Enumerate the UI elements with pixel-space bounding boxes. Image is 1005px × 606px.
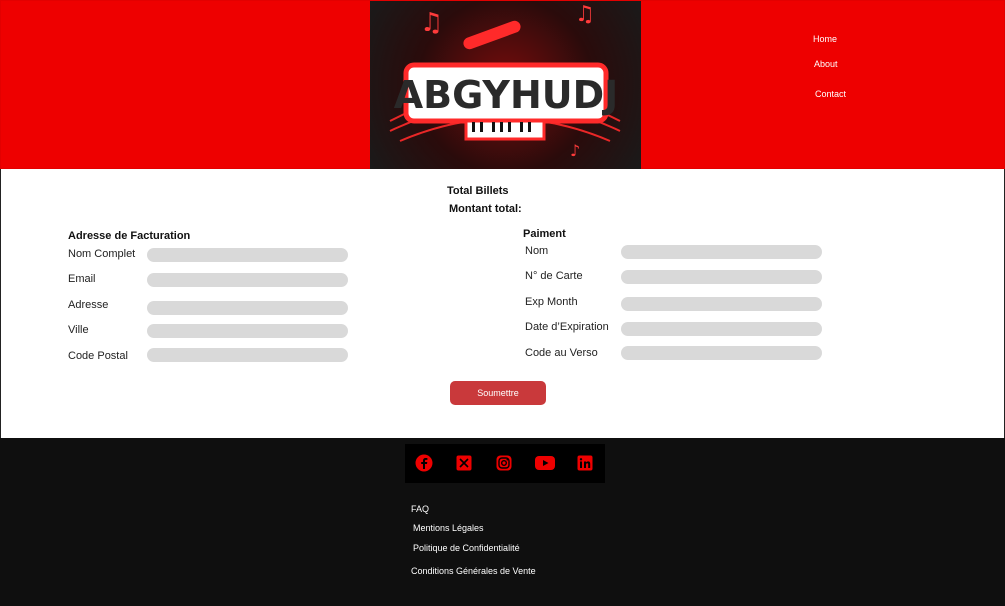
site-header: ♫ ♫ ♪ ABGYHUDJ Home About Contact: [0, 0, 1005, 170]
footer-link-mentions-legales[interactable]: Mentions Légales: [413, 523, 484, 533]
nav-contact[interactable]: Contact: [815, 89, 846, 99]
payment-label-card-number: N° de Carte: [525, 270, 583, 282]
billing-adresse-input[interactable]: [147, 301, 348, 315]
nav-about[interactable]: About: [814, 59, 838, 69]
billing-nom-complet-input[interactable]: [147, 248, 348, 262]
submit-button[interactable]: Soumettre: [450, 381, 546, 405]
social-links-bar: [405, 444, 605, 483]
billing-title: Adresse de Facturation: [68, 230, 191, 242]
svg-text:♫: ♫: [575, 2, 595, 27]
payment-exp-month-input[interactable]: [621, 297, 822, 311]
billing-label-nom-complet: Nom Complet: [68, 248, 136, 260]
payment-card-number-input[interactable]: [621, 270, 822, 284]
linkedin-icon[interactable]: [576, 454, 594, 472]
payment-label-exp-month: Exp Month: [525, 296, 578, 308]
payment-nom-input[interactable]: [621, 245, 822, 259]
billing-code-postal-input[interactable]: [147, 348, 348, 362]
logo-text: ABGYHUDJ: [394, 73, 619, 117]
montant-total-label: Montant total:: [449, 203, 522, 215]
payment-expiration-date-input[interactable]: [621, 322, 822, 336]
facebook-icon[interactable]: [415, 454, 433, 472]
billing-label-ville: Ville: [68, 324, 89, 336]
footer-link-faq[interactable]: FAQ: [411, 504, 429, 514]
checkout-form: Total Billets Montant total: Adresse de …: [0, 169, 1005, 438]
site-footer: FAQ Mentions Légales Politique de Confid…: [0, 438, 1005, 606]
x-icon[interactable]: [455, 454, 473, 472]
billing-ville-input[interactable]: [147, 324, 348, 338]
payment-title: Paiment: [523, 228, 566, 240]
billing-label-code-postal: Code Postal: [68, 350, 128, 362]
total-billets-label: Total Billets: [447, 185, 509, 197]
payment-label-cvv: Code au Verso: [525, 347, 598, 359]
billing-label-email: Email: [68, 273, 96, 285]
payment-label-nom: Nom: [525, 245, 549, 257]
billing-label-adresse: Adresse: [68, 299, 109, 311]
svg-text:♫: ♫: [420, 8, 443, 38]
instagram-icon[interactable]: [495, 454, 513, 472]
svg-text:♪: ♪: [570, 141, 580, 160]
payment-cvv-input[interactable]: [621, 346, 822, 360]
footer-link-cgv[interactable]: Conditions Générales de Vente: [411, 566, 536, 576]
brand-logo[interactable]: ♫ ♫ ♪ ABGYHUDJ: [370, 1, 641, 170]
payment-label-expiration-date: Date d’Expiration: [525, 321, 609, 333]
billing-email-input[interactable]: [147, 273, 348, 287]
youtube-icon[interactable]: [535, 454, 555, 472]
nav-home[interactable]: Home: [813, 34, 837, 44]
footer-link-privacy[interactable]: Politique de Confidentialité: [413, 543, 520, 553]
logo-artwork: ♫ ♫ ♪ ABGYHUDJ: [389, 2, 621, 160]
